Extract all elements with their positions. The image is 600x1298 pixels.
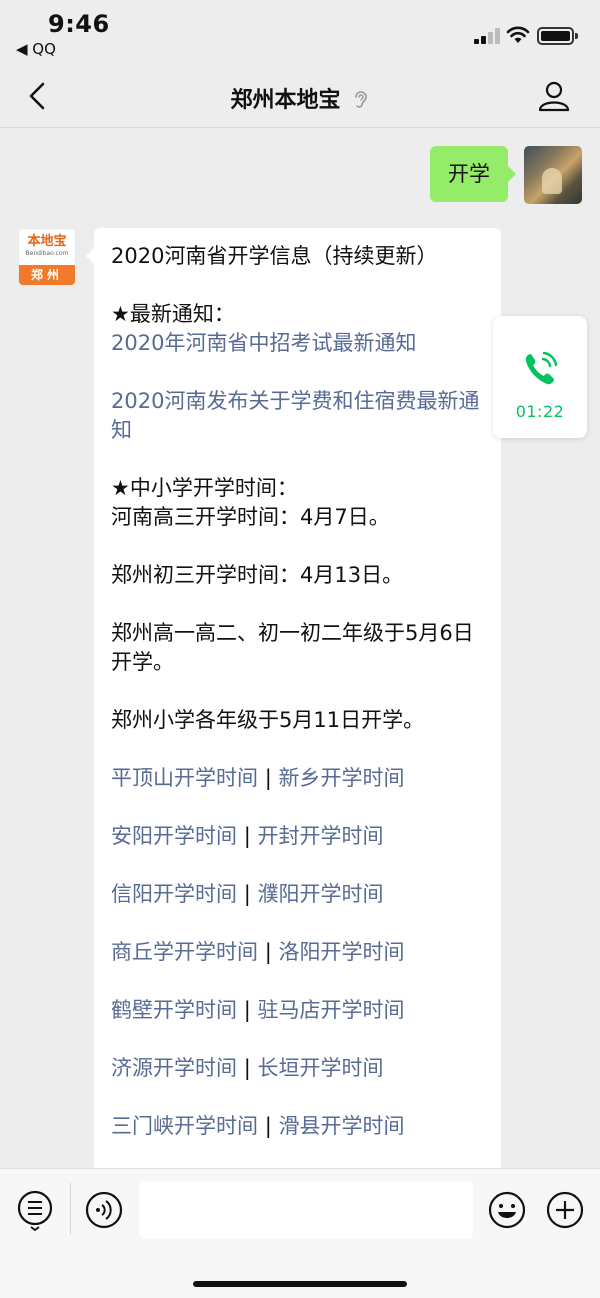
- city-link[interactable]: 开封开学时间: [257, 824, 383, 848]
- link-separator: |: [264, 1114, 272, 1138]
- schedule-item: 郑州高一高二、初一初二年级于5月6日开学。: [111, 621, 474, 674]
- city-link-row: 商丘学开学时间 | 洛阳开学时间: [111, 938, 483, 967]
- battery-level: [541, 31, 570, 41]
- city-link-row: 信阳开学时间 | 濮阳开学时间: [111, 880, 483, 909]
- city-link[interactable]: 驻马店开学时间: [257, 998, 404, 1022]
- city-link[interactable]: 平顶山开学时间: [111, 766, 258, 790]
- city-link[interactable]: 濮阳开学时间: [257, 882, 383, 906]
- city-link[interactable]: 信阳开学时间: [111, 882, 237, 906]
- city-link[interactable]: 商丘学开学时间: [111, 940, 258, 964]
- status-time: 9:46: [48, 10, 110, 38]
- cellular-signal-icon: [474, 28, 500, 44]
- chat-title-wrap: 郑州本地宝: [0, 82, 600, 114]
- schedule-item: 河南高三开学时间：4月7日。: [111, 505, 390, 529]
- user-avatar[interactable]: [524, 146, 582, 204]
- account-avatar[interactable]: 本地宝 Bendibao.com 郑州: [18, 228, 76, 286]
- avatar-brand: 本地宝: [27, 234, 67, 249]
- city-link[interactable]: 三门峡开学时间: [111, 1114, 258, 1138]
- link-separator: |: [264, 766, 272, 790]
- link-separator: |: [243, 824, 251, 848]
- status-bar: 9:46 ◀ QQ: [0, 0, 600, 64]
- link-separator: |: [264, 940, 272, 964]
- ear-icon: [354, 91, 367, 108]
- person-icon[interactable]: [534, 78, 574, 114]
- outgoing-message-bubble[interactable]: 开学: [430, 146, 516, 202]
- emoji-icon[interactable]: [487, 1190, 527, 1230]
- call-in-progress-widget[interactable]: 01:22: [493, 316, 587, 438]
- city-link-row: 平顶山开学时间 | 新乡开学时间: [111, 764, 483, 793]
- home-indicator[interactable]: [193, 1281, 407, 1287]
- city-link[interactable]: 长垣开学时间: [257, 1056, 383, 1080]
- city-link[interactable]: 安阳开学时间: [111, 824, 237, 848]
- city-link-row: 鹤壁开学时间 | 驻马店开学时间: [111, 996, 483, 1025]
- chat-header: 郑州本地宝: [0, 64, 600, 128]
- schedule-item: 郑州小学各年级于5月11日开学。: [111, 708, 425, 732]
- input-bar: [0, 1168, 600, 1298]
- link-separator: |: [243, 882, 251, 906]
- link-separator: |: [243, 1056, 251, 1080]
- avatar-domain: Bendibao.com: [25, 250, 69, 257]
- link-separator: |: [243, 998, 251, 1022]
- call-duration: 01:22: [515, 402, 565, 421]
- city-link[interactable]: 洛阳开学时间: [278, 940, 404, 964]
- city-link[interactable]: 鹤壁开学时间: [111, 998, 237, 1022]
- section-heading-notices: ★最新通知：: [111, 302, 235, 326]
- chat-title: 郑州本地宝: [230, 88, 341, 113]
- plus-icon[interactable]: [545, 1190, 585, 1230]
- back-to-app-link[interactable]: ◀ QQ: [16, 40, 56, 58]
- city-link[interactable]: 新乡开学时间: [278, 766, 404, 790]
- city-link-row: 三门峡开学时间 | 滑县开学时间: [111, 1112, 483, 1141]
- city-link[interactable]: 滑县开学时间: [278, 1114, 404, 1138]
- city-link-row: 济源开学时间 | 长垣开学时间: [111, 1054, 483, 1083]
- schedule-item: 郑州初三开学时间：4月13日。: [111, 563, 404, 587]
- menu-list-icon[interactable]: [16, 1189, 54, 1231]
- wifi-icon: [506, 26, 530, 43]
- incoming-message-bubble: 2020河南省开学信息（持续更新） ★最新通知： 2020年河南省中招考试最新通…: [86, 228, 501, 1188]
- avatar-city: 郑州: [19, 265, 75, 285]
- phone-icon: [525, 351, 558, 385]
- notice-link[interactable]: 2020河南发布关于学费和住宿费最新通知: [111, 387, 483, 445]
- message-input[interactable]: [139, 1181, 473, 1239]
- city-link-row: 安阳开学时间 | 开封开学时间: [111, 822, 483, 851]
- voice-icon[interactable]: [84, 1190, 124, 1230]
- avatar-logo-top: 本地宝 Bendibao.com: [19, 229, 75, 267]
- input-divider: [70, 1183, 71, 1235]
- notice-link[interactable]: 2020年河南省中招考试最新通知: [111, 329, 483, 358]
- city-link[interactable]: 济源开学时间: [111, 1056, 237, 1080]
- section-heading-schedule: ★中小学开学时间：: [111, 476, 298, 500]
- battery-icon: [537, 27, 578, 45]
- reply-title: 2020河南省开学信息（持续更新）: [111, 244, 438, 268]
